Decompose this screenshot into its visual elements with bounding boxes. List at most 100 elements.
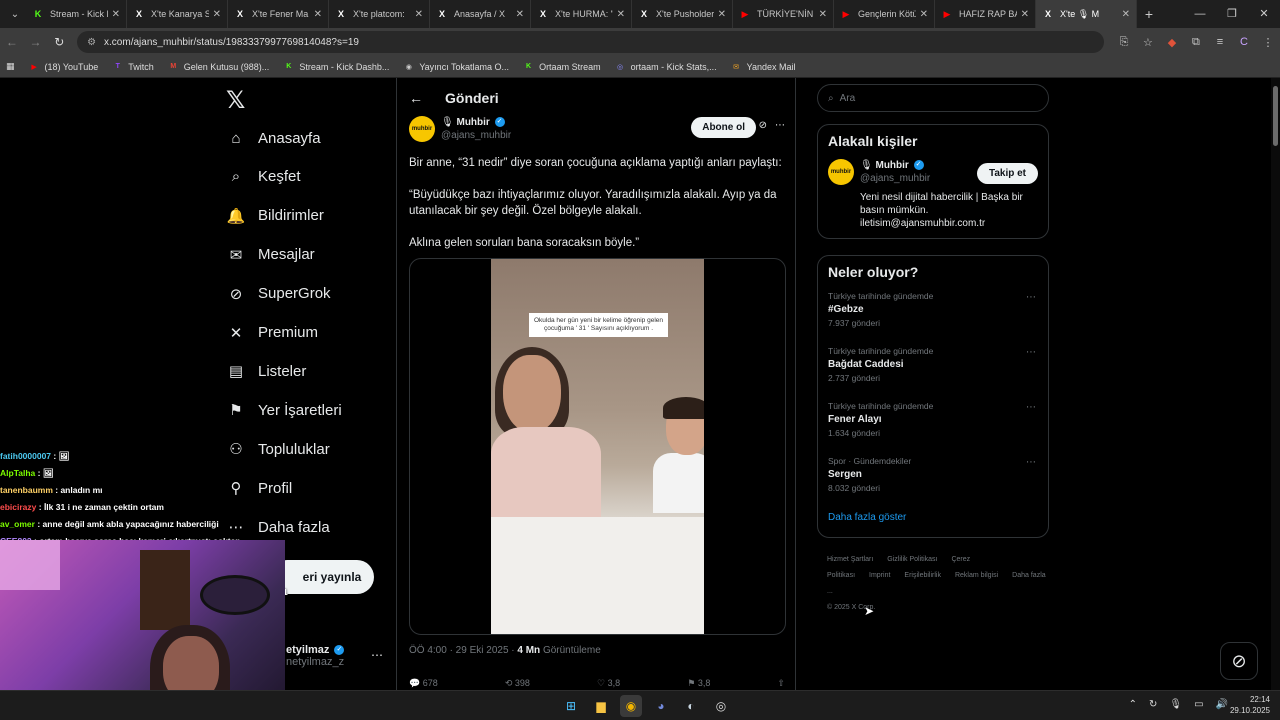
trend-item[interactable]: Spor · Gündemdekiler Sergen 8.032 gönderi ⋯ — [818, 455, 1048, 510]
volume-icon[interactable]: 🔊 — [1216, 699, 1228, 710]
trend-item[interactable]: Türkiye tarihinde gündemde Fener Alayı 1.6… — [818, 400, 1048, 455]
microphone-icon[interactable]: 🎙 — [1169, 699, 1182, 710]
tab-close-icon[interactable]: ✕ — [718, 9, 726, 20]
start-icon[interactable]: ⊞ — [560, 695, 582, 717]
obs-icon[interactable]: ◎ — [710, 695, 732, 717]
tab-close-icon[interactable]: ✕ — [1021, 9, 1029, 20]
share-icon[interactable]: ⇧ — [777, 678, 785, 689]
scrollbar[interactable] — [1271, 78, 1280, 690]
author-name[interactable]: Muhbir — [456, 117, 489, 128]
bookmark-item[interactable]: ◎ ortaam - Kick Stats,... — [615, 61, 717, 72]
nav-item[interactable]: ⌕ Keşfet — [226, 167, 301, 187]
new-tab-button[interactable]: + — [1137, 6, 1161, 22]
relevant-person[interactable]: muhbir 🎙 Muhbir ✓ @ajans_muhbir Takip et… — [818, 149, 1048, 238]
post-time[interactable]: ÖÖ 4:00 · 29 Eki 2025 · — [409, 645, 517, 656]
nav-item[interactable]: ▤ Listeler — [226, 361, 306, 381]
steam-icon[interactable]: ◐ — [680, 695, 702, 717]
search-input[interactable]: ⌕ Ara — [817, 84, 1049, 112]
browser-tab[interactable]: X X'te platcom: ✕ — [329, 0, 430, 28]
clock[interactable]: 22:14 29.10.2025 — [1230, 694, 1270, 716]
bookmark-item[interactable]: K Stream - Kick Dashb... — [283, 61, 389, 72]
bookmark-item[interactable]: ▶ (18) YouTube — [29, 61, 98, 72]
scrollbar-thumb[interactable] — [1273, 86, 1278, 146]
tab-close-icon[interactable]: ✕ — [617, 9, 625, 20]
footer-link[interactable]: Erişilebilirlik — [904, 572, 941, 579]
install-icon[interactable]: ⎘ — [1112, 36, 1136, 49]
network-icon[interactable]: ▭ — [1194, 699, 1203, 710]
back-icon[interactable]: ← — [0, 35, 24, 49]
tab-close-icon[interactable]: ✕ — [920, 9, 928, 20]
reply-button[interactable]: 💬 678 — [409, 678, 438, 689]
nav-item[interactable]: ✕ Premium — [226, 323, 318, 343]
footer-link[interactable]: Reklam bilgisi — [955, 572, 998, 579]
trend-more-icon[interactable]: ⋯ — [1026, 292, 1036, 303]
discord-icon[interactable]: ◕ — [650, 695, 672, 717]
nav-item[interactable]: ⊘ SuperGrok — [226, 284, 331, 304]
browser-tab[interactable]: ▶ TÜRKİYE'NİN B ✕ — [733, 0, 834, 28]
browser-tab[interactable]: X Anasayfa / X ✕ — [430, 0, 531, 28]
browser-tab[interactable]: X X'te 🎙 M ✕ — [1036, 0, 1137, 28]
browser-tab[interactable]: ▶ Gençlerin Kötü ✕ — [834, 0, 935, 28]
forward-icon[interactable]: → — [24, 35, 48, 49]
tray-chevron-icon[interactable]: ⌃ — [1129, 699, 1137, 710]
nav-item[interactable]: ✉ Mesajlar — [226, 245, 315, 265]
url-field[interactable]: ⚙ x.com/ajans_muhbir/status/198333799776… — [77, 31, 1104, 53]
post-more-icon[interactable]: ⋯ — [775, 120, 785, 131]
bookmark-item[interactable]: K Ortaam Stream — [523, 61, 601, 72]
apps-icon[interactable]: ▦ — [6, 61, 15, 72]
author-handle[interactable]: @ajans_muhbir — [441, 129, 511, 142]
trend-more-icon[interactable]: ⋯ — [1026, 402, 1036, 413]
trend-item[interactable]: Türkiye tarihinde gündemde Bağdat Caddesi… — [818, 345, 1048, 400]
back-arrow-icon[interactable]: ← — [409, 90, 423, 106]
footer-link[interactable]: Imprint — [869, 572, 890, 579]
site-info-icon[interactable]: ⚙ — [87, 37, 96, 48]
author-avatar[interactable]: muhbir — [409, 116, 435, 142]
tab-close-icon[interactable]: ✕ — [314, 9, 322, 20]
like-button[interactable]: ♡ 3,8 — [597, 678, 620, 689]
chrome-icon[interactable]: ◉ — [620, 695, 642, 717]
reload-icon[interactable]: ↻ — [47, 35, 71, 49]
account-switcher[interactable]: etyilmaz ✓ netyilmaz_z — [286, 644, 345, 668]
nav-item[interactable]: 🔔 Bildirimler — [226, 206, 324, 226]
extension-icon[interactable]: ◆ — [1160, 36, 1184, 49]
tab-close-icon[interactable]: ✕ — [516, 9, 524, 20]
bookmark-item[interactable]: ✉ Yandex Mail — [731, 61, 795, 72]
tab-search-icon[interactable]: ⌄ — [4, 3, 26, 25]
grok-explain-icon[interactable]: ⊘ — [759, 120, 767, 131]
star-icon[interactable]: ☆ — [1136, 36, 1160, 49]
show-more-link[interactable]: Daha fazla göster — [818, 510, 1048, 537]
repost-button[interactable]: ⟲ 398 — [505, 678, 530, 689]
account-more-icon[interactable]: ⋯ — [371, 648, 383, 662]
grok-icon[interactable]: ⊘ — [1220, 642, 1258, 680]
person-avatar[interactable]: muhbir — [828, 159, 854, 185]
trend-more-icon[interactable]: ⋯ — [1026, 457, 1036, 468]
browser-tab[interactable]: X X'te Kanarya S ✕ — [127, 0, 228, 28]
browser-tab[interactable]: K Stream - Kick D ✕ — [26, 0, 127, 28]
browser-tab[interactable]: ▶ HAFIZ RAP BAT ✕ — [935, 0, 1036, 28]
file-explorer-icon[interactable]: ▆ — [590, 695, 612, 717]
x-logo-icon[interactable]: 𝕏 — [226, 86, 245, 115]
video-frame[interactable]: Okulda her gün yeni bir kelime öğrenip g… — [491, 259, 704, 634]
footer-link[interactable]: Gizlilik Politikası — [887, 556, 937, 563]
browser-tab[interactable]: X X'te HURMA: " ✕ — [531, 0, 632, 28]
tab-close-icon[interactable]: ✕ — [1122, 9, 1130, 20]
puzzle-icon[interactable]: ⧉ — [1184, 36, 1208, 49]
trend-item[interactable]: Türkiye tarihinde gündemde #Gebze 7.937 gö… — [818, 290, 1048, 345]
follow-button[interactable]: Takip et — [976, 163, 1038, 184]
bookmark-item[interactable]: M Gelen Kutusu (988)... — [168, 61, 269, 72]
subscribe-button[interactable]: Abone ol — [691, 117, 756, 138]
close-window-icon[interactable]: ✕ — [1248, 0, 1280, 28]
footer-link[interactable]: Hizmet Şartları — [827, 556, 873, 563]
media-icon[interactable]: ≡ — [1208, 36, 1232, 49]
tab-close-icon[interactable]: ✕ — [112, 9, 120, 20]
restore-icon[interactable]: ❐ — [1216, 0, 1248, 28]
minimize-icon[interactable]: — — [1184, 0, 1216, 28]
bookmark-button[interactable]: ⚑ 3,8 — [687, 678, 710, 689]
post-video[interactable]: Okulda her gün yeni bir kelime öğrenip g… — [409, 258, 786, 635]
browser-menu-icon[interactable]: ⋮ — [1256, 36, 1280, 49]
nav-item[interactable]: ⚑ Yer İşaretleri — [226, 400, 341, 420]
browser-tab[interactable]: X X'te Fener Ma ✕ — [228, 0, 329, 28]
bookmark-item[interactable]: ◉ Yayıncı Tokatlama O... — [403, 61, 509, 72]
profile-avatar-icon[interactable]: C — [1232, 36, 1256, 49]
browser-tab[interactable]: X X'te Pusholder ✕ — [632, 0, 733, 28]
